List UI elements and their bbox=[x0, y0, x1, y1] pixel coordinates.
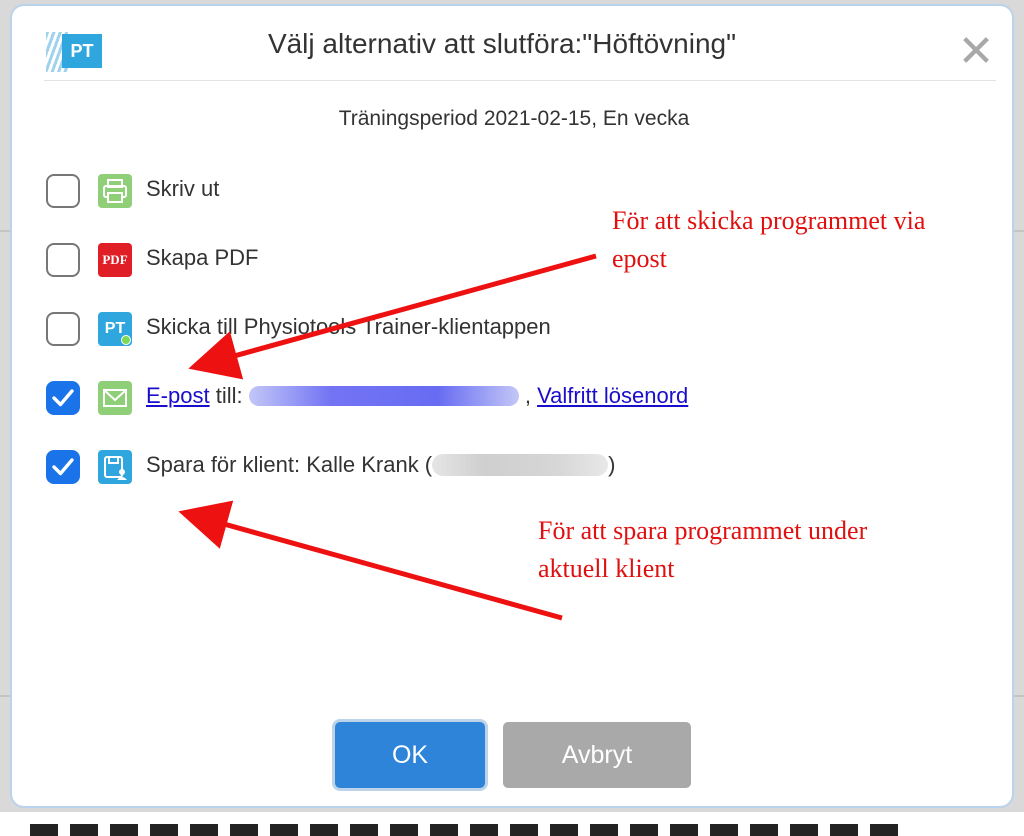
email-till-text: till: bbox=[209, 383, 249, 408]
save-client-icon bbox=[98, 450, 132, 484]
pt-app-icon: PT bbox=[98, 312, 132, 346]
client-app-checkbox[interactable] bbox=[46, 312, 80, 346]
pdf-checkbox[interactable] bbox=[46, 243, 80, 277]
pdf-icon: PDF bbox=[98, 243, 132, 277]
title-divider bbox=[44, 80, 996, 81]
email-arrow bbox=[188, 253, 597, 380]
envelope-icon bbox=[98, 381, 132, 415]
email-label: E-post till: , Valfritt lösenord bbox=[146, 383, 688, 409]
save-client-label: Spara för klient: Kalle Krank () bbox=[146, 452, 615, 478]
save-client-text: Spara för klient: Kalle Krank ( bbox=[146, 452, 433, 477]
finish-options-dialog: PT Välj alternativ att slutföra:"Höftövn… bbox=[10, 4, 1014, 808]
pt-app-icon-text: PT bbox=[104, 320, 126, 337]
online-dot bbox=[121, 335, 131, 345]
email-annotation-line1: För att skicka programmet via bbox=[612, 206, 926, 235]
printer-icon bbox=[98, 174, 132, 208]
email-annotation: För att skicka programmet via epost bbox=[612, 202, 925, 278]
close-icon[interactable]: ✕ bbox=[956, 30, 996, 74]
save-annotation-line1: För att spara programmet under bbox=[538, 516, 868, 545]
save-client-text-end: ) bbox=[608, 452, 616, 477]
training-period: Träningsperiod 2021-02-15, En vecka bbox=[338, 107, 690, 130]
backdrop-line bbox=[0, 230, 10, 232]
email-separator: , bbox=[518, 383, 538, 408]
save-annotation-line2: aktuell klient bbox=[538, 554, 675, 583]
save-client-checkbox[interactable] bbox=[46, 450, 80, 484]
email-link[interactable]: E-post bbox=[146, 383, 210, 408]
client-app-label: Skicka till Physiotools Trainer-klientap… bbox=[146, 314, 551, 339]
email-address-redacted bbox=[248, 386, 519, 406]
save-annotation: För att spara programmet under aktuell k… bbox=[538, 512, 867, 588]
optional-password-link[interactable]: Valfritt lösenord bbox=[537, 383, 688, 408]
physiotools-logo: PT bbox=[46, 30, 112, 74]
email-annotation-line2: epost bbox=[612, 244, 667, 273]
pdf-label: Skapa PDF bbox=[146, 245, 259, 270]
cancel-button[interactable]: Avbryt bbox=[503, 722, 691, 788]
dialog-title: Välj alternativ att slutföra:"Höftövning… bbox=[267, 28, 737, 59]
save-arrow bbox=[178, 500, 563, 621]
logo-text: PT bbox=[62, 34, 102, 68]
client-id-redacted bbox=[432, 454, 609, 476]
email-checkbox[interactable] bbox=[46, 381, 80, 415]
backdrop-line bbox=[0, 695, 10, 697]
print-checkbox[interactable] bbox=[46, 174, 80, 208]
print-label: Skriv ut bbox=[146, 176, 220, 201]
ok-button[interactable]: OK bbox=[335, 722, 485, 788]
backdrop-text-strip bbox=[0, 812, 1024, 836]
